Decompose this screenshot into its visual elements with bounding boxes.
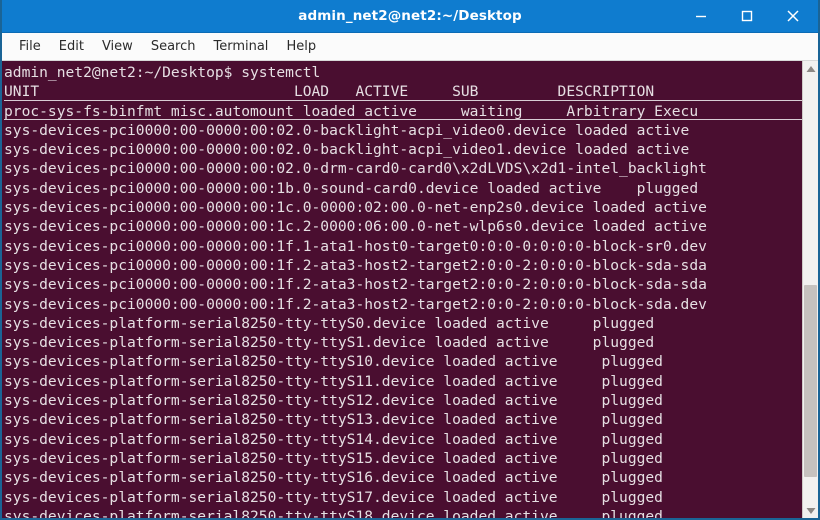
- terminal-line: sys-devices-pci0000:00-0000:00:1f.2-ata3…: [4, 256, 707, 274]
- terminal-line: sys-devices-pci0000:00-0000:00:02.0-drm-…: [4, 160, 707, 178]
- window-title: admin_net2@net2:~/Desktop: [298, 8, 522, 24]
- terminal-line: sys-devices-platform-serial8250-tty-ttyS…: [4, 507, 663, 518]
- terminal-line-list: proc-sys-fs-binfmt_misc.automount loaded…: [4, 102, 802, 518]
- terminal-line: sys-devices-pci0000:00-0000:00:1f.1-ata1…: [4, 237, 707, 255]
- terminal-line: sys-devices-platform-serial8250-tty-ttyS…: [4, 372, 663, 390]
- terminal-prompt-line: admin_net2@net2:~/Desktop$ systemctl: [4, 64, 321, 81]
- terminal-line: sys-devices-platform-serial8250-tty-ttyS…: [4, 449, 663, 467]
- terminal-line: sys-devices-pci0000:00-0000:00:1c.0-0000…: [4, 199, 707, 217]
- terminal-line: sys-devices-platform-serial8250-tty-ttyS…: [4, 411, 663, 429]
- terminal-line: sys-devices-platform-serial8250-tty-ttyS…: [4, 488, 663, 506]
- terminal-line: sys-devices-pci0000:00-0000:00:1f.2-ata3…: [4, 295, 707, 313]
- minimize-button[interactable]: [678, 0, 724, 32]
- menu-item-terminal[interactable]: Terminal: [204, 36, 277, 57]
- terminal-output[interactable]: admin_net2@net2:~/Desktop$ systemctl UNI…: [2, 61, 802, 518]
- close-icon: [785, 8, 801, 24]
- maximize-icon: [740, 9, 754, 23]
- maximize-button[interactable]: [724, 0, 770, 32]
- scrollbar-track[interactable]: [803, 76, 818, 503]
- window-titlebar[interactable]: admin_net2@net2:~/Desktop: [2, 0, 818, 33]
- terminal-window: admin_net2@net2:~/Desktop File Edit View…: [0, 0, 820, 520]
- terminal-line: sys-devices-pci0000:00-0000:00:02.0-back…: [4, 141, 690, 159]
- close-button[interactable]: [770, 0, 816, 32]
- chevron-down-icon: [806, 507, 816, 515]
- vertical-scrollbar[interactable]: [802, 61, 818, 518]
- terminal-line: sys-devices-pci0000:00-0000:00:1f.2-ata3…: [4, 276, 707, 294]
- terminal-line: sys-devices-pci0000:00-0000:00:1b.0-soun…: [4, 179, 699, 197]
- scrollbar-thumb[interactable]: [804, 285, 817, 478]
- terminal-line: sys-devices-pci0000:00-0000:00:1c.2-0000…: [4, 218, 707, 236]
- terminal-area: admin_net2@net2:~/Desktop$ systemctl UNI…: [2, 61, 818, 518]
- terminal-line: sys-devices-platform-serial8250-tty-ttyS…: [4, 392, 663, 410]
- window-controls: [678, 0, 816, 32]
- terminal-line: sys-devices-platform-serial8250-tty-ttyS…: [4, 334, 655, 352]
- menu-item-help[interactable]: Help: [277, 36, 325, 57]
- chevron-up-icon: [806, 65, 816, 73]
- menubar: File Edit View Search Terminal Help: [2, 33, 818, 61]
- scroll-up-button[interactable]: [803, 61, 818, 76]
- menu-item-view[interactable]: View: [93, 36, 142, 57]
- menu-item-search[interactable]: Search: [142, 36, 205, 57]
- menu-item-edit[interactable]: Edit: [50, 36, 93, 57]
- terminal-line: sys-devices-platform-serial8250-tty-ttyS…: [4, 469, 663, 487]
- scroll-down-button[interactable]: [803, 503, 818, 518]
- terminal-line: proc-sys-fs-binfmt_misc.automount loaded…: [4, 102, 802, 121]
- terminal-line: sys-devices-platform-serial8250-tty-ttyS…: [4, 314, 655, 332]
- terminal-line: sys-devices-platform-serial8250-tty-ttyS…: [4, 430, 663, 448]
- terminal-line: sys-devices-pci0000:00-0000:00:02.0-back…: [4, 121, 690, 139]
- minimize-icon: [694, 9, 708, 23]
- terminal-header-line: UNIT LOAD ACTIVE SUB DESCRIPTION: [4, 82, 802, 101]
- menu-item-file[interactable]: File: [10, 36, 50, 57]
- terminal-line: sys-devices-platform-serial8250-tty-ttyS…: [4, 353, 663, 371]
